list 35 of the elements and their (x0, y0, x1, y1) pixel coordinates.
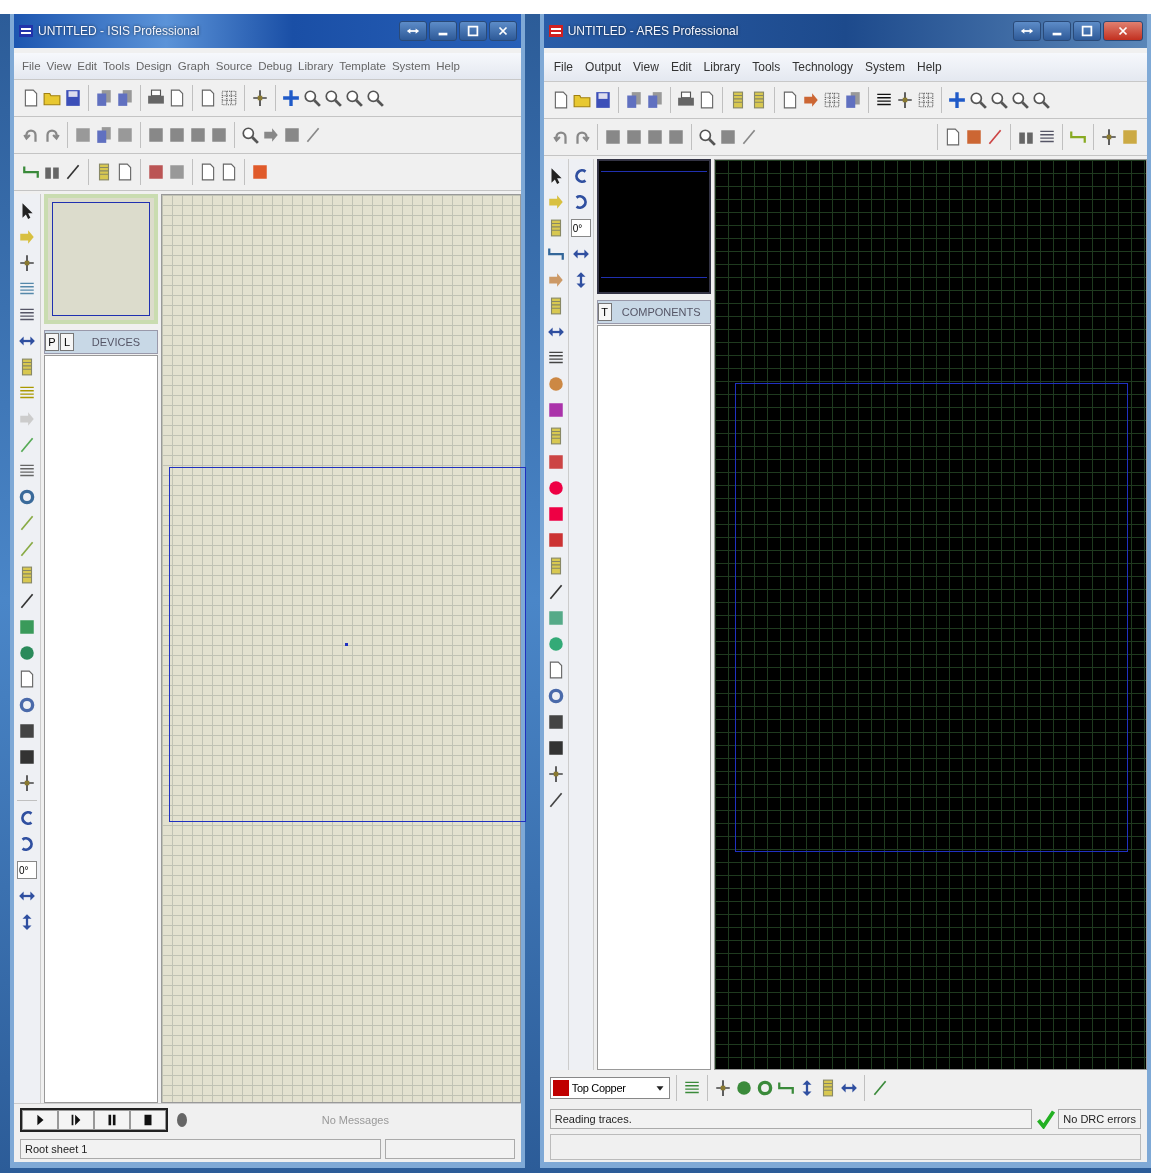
menu-item[interactable]: System (389, 58, 433, 74)
menu-item[interactable]: Tools (748, 58, 785, 76)
menu-item[interactable]: View (44, 58, 74, 74)
menu-item[interactable]: Edit (75, 58, 100, 74)
list-title: COMPONENTS (620, 306, 702, 318)
status-bar: Root sheet 1 (20, 1139, 381, 1159)
list-title: DEVICES (90, 336, 142, 348)
menu-item[interactable]: Source (213, 58, 255, 74)
menu-item[interactable]: Template (337, 58, 388, 74)
angle-field[interactable]: 0° (570, 219, 591, 237)
message-text: No Messages (320, 1114, 390, 1126)
drc-status: No DRC errors (1058, 1109, 1141, 1129)
selector-button[interactable]: L (60, 333, 74, 351)
layer-dropdown[interactable]: Top Copper (549, 1077, 670, 1099)
menu-item[interactable]: Help (434, 58, 462, 74)
menu-item[interactable]: File (20, 58, 43, 74)
window-title: UNTITLED - ISIS Professional (38, 24, 200, 38)
menu-item[interactable]: Debug (256, 58, 295, 74)
menu-item[interactable]: Library (296, 58, 336, 74)
menu-item[interactable]: Help (913, 58, 946, 76)
window-title: UNTITLED - ARES Professional (567, 24, 739, 38)
menu-item[interactable]: Technology (788, 58, 857, 76)
menu-item[interactable]: Edit (666, 58, 696, 76)
menu-item[interactable]: Graph (175, 58, 212, 74)
menu-item[interactable]: Output (581, 58, 626, 76)
menu-item[interactable]: Design (133, 58, 174, 74)
menu-item[interactable]: Tools (101, 58, 132, 74)
selector-button[interactable]: T (597, 303, 612, 321)
menu-item[interactable]: Library (699, 58, 745, 76)
status-bar: Reading traces. (549, 1109, 1033, 1129)
angle-field[interactable]: 0° (17, 861, 37, 879)
menu-item[interactable]: File (549, 58, 578, 76)
selector-button[interactable]: P (45, 333, 59, 351)
menu-item[interactable]: View (629, 58, 663, 76)
menu-item[interactable]: System (861, 58, 909, 76)
